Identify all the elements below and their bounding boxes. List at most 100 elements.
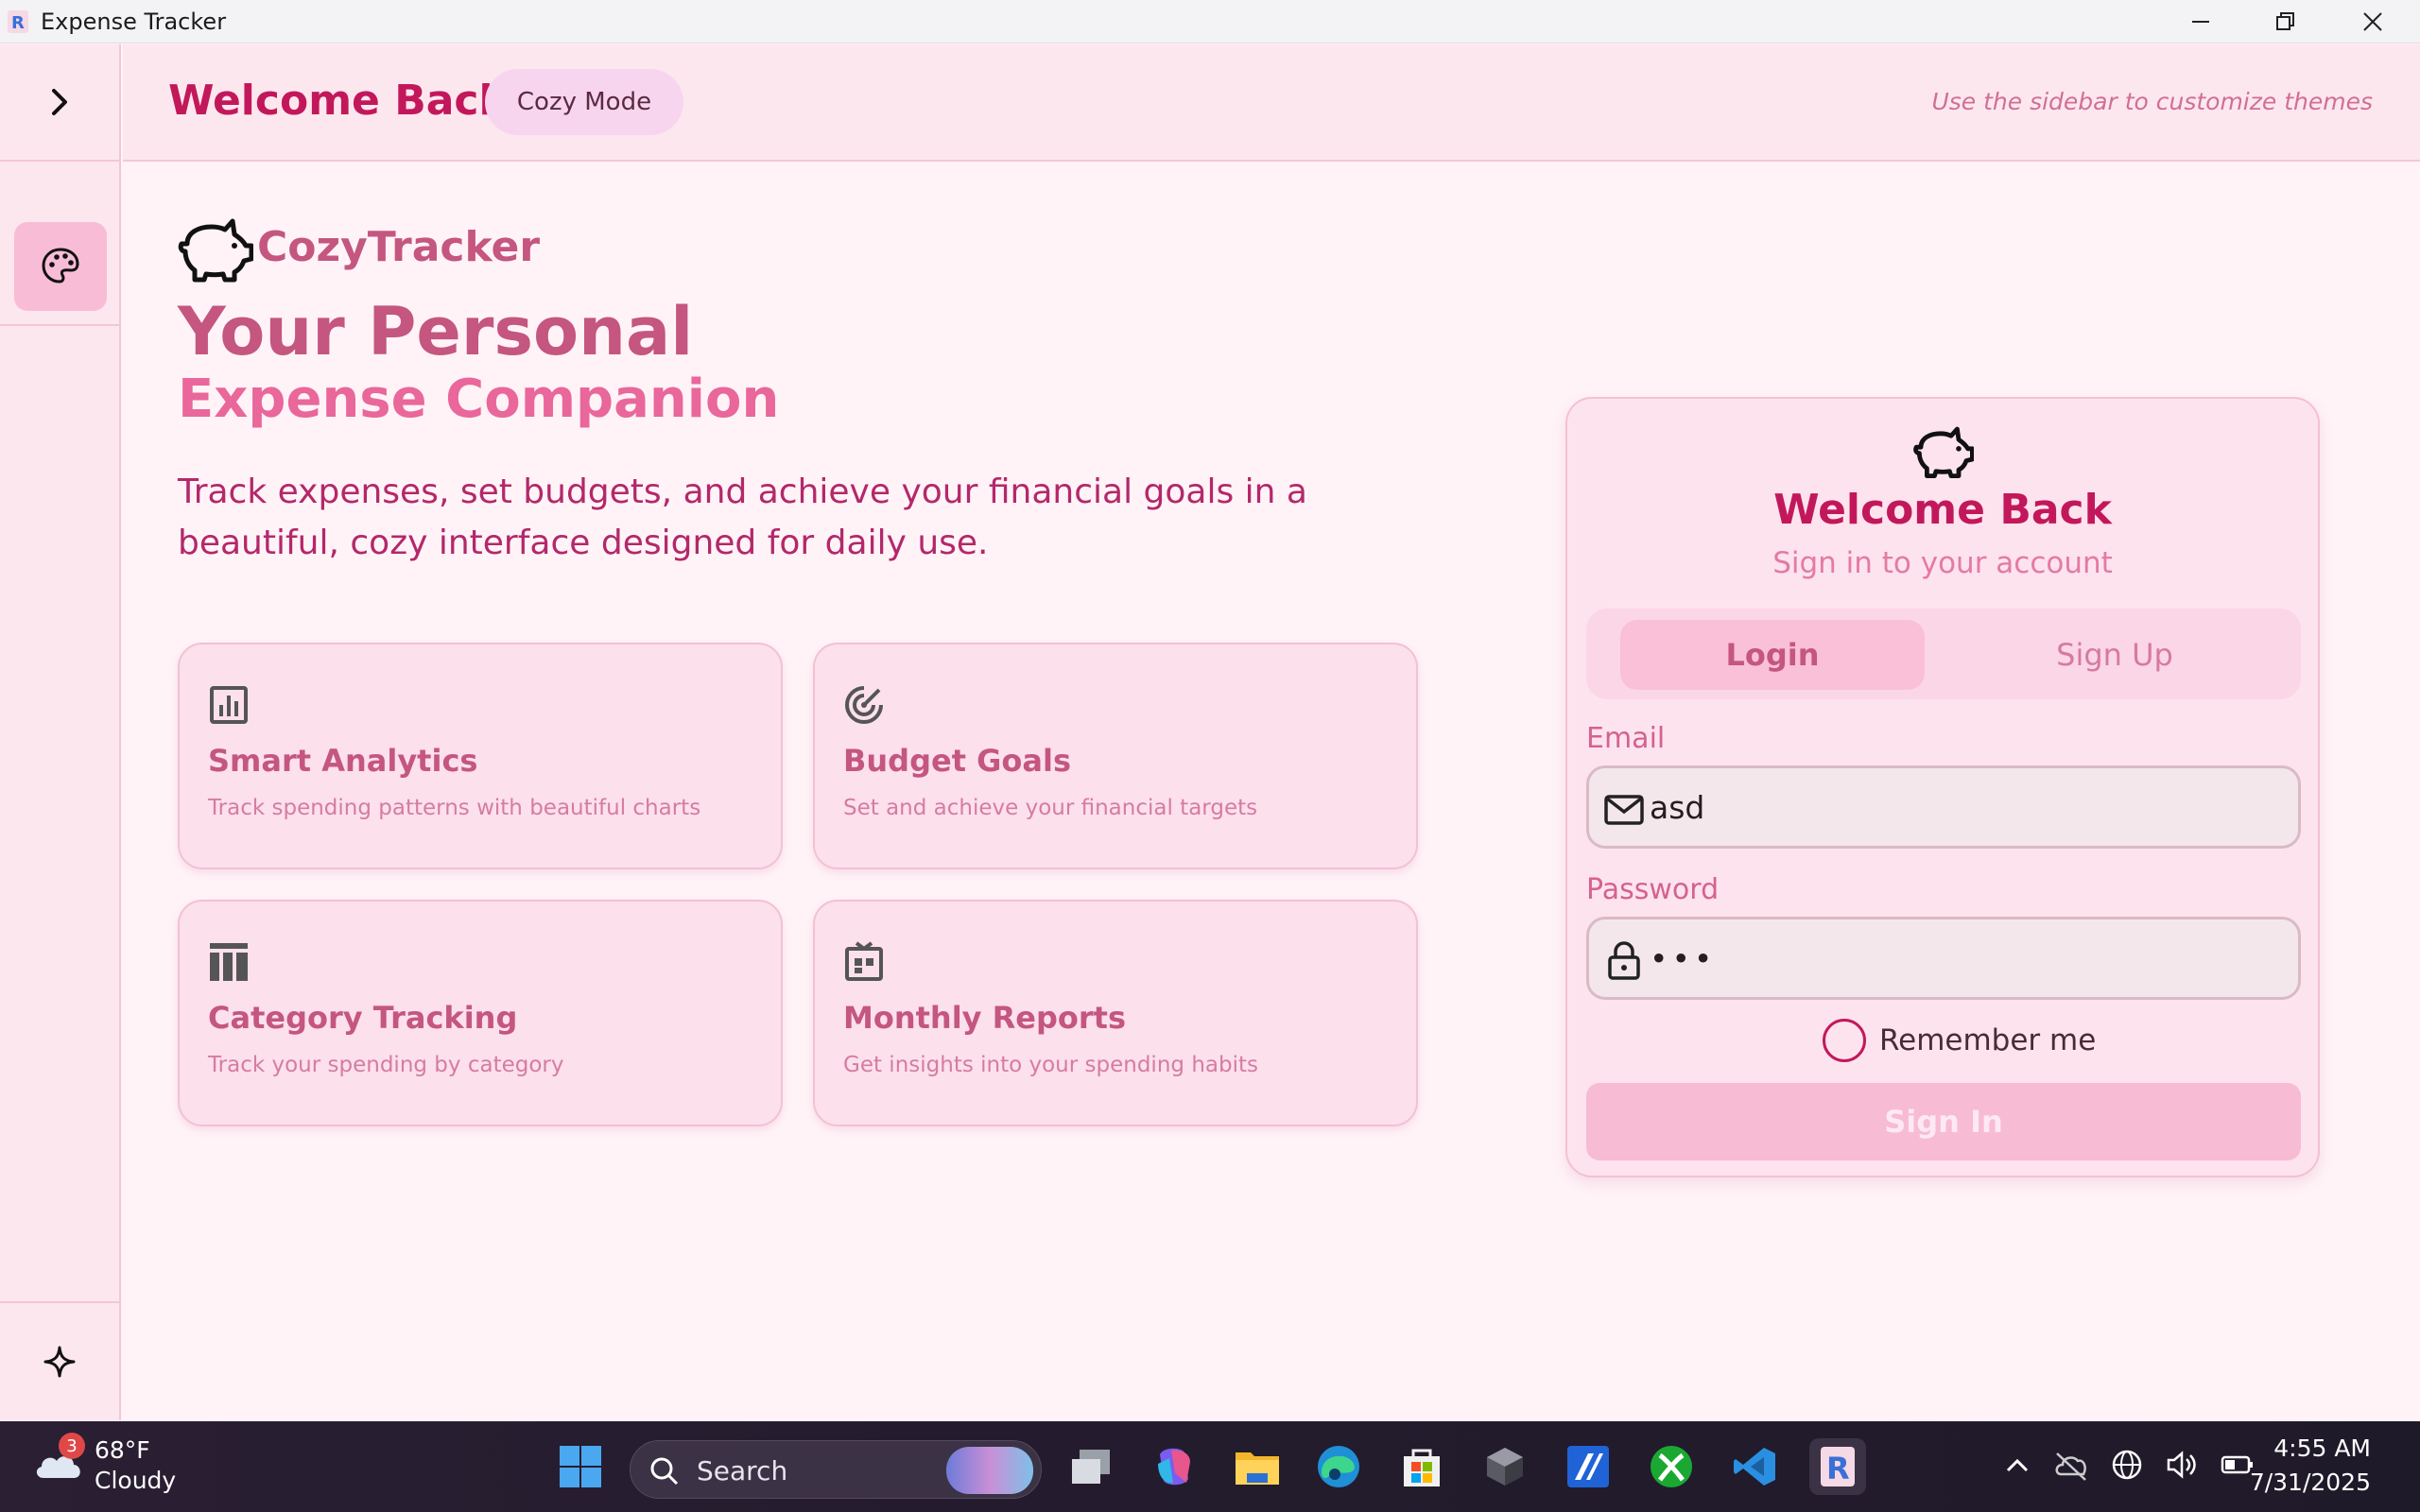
lock-icon: [1608, 941, 1640, 980]
report-icon: [845, 941, 883, 981]
login-subtitle: Sign in to your account: [1772, 546, 2113, 580]
feature-card-analytics: Smart Analytics Track spending patterns …: [178, 643, 783, 869]
sidebar: [0, 44, 121, 1420]
remember-me[interactable]: Remember me: [1823, 1019, 2096, 1062]
weather-temp: 68°F: [95, 1436, 150, 1464]
piggy-bank-icon: [178, 218, 253, 283]
xbox-icon: [1651, 1446, 1692, 1487]
category-icon: [210, 943, 248, 981]
sign-in-button[interactable]: Sign In: [1586, 1083, 2301, 1160]
restore-button[interactable]: [2242, 0, 2329, 43]
email-label: Email: [1586, 722, 1666, 755]
feature-title: Smart Analytics: [208, 743, 478, 779]
remember-label: Remember me: [1879, 1023, 2097, 1057]
sparkle-icon: [43, 1346, 76, 1378]
header: Welcome Back Cozy Mode Use the sidebar t…: [123, 44, 2420, 162]
minimize-button[interactable]: [2157, 0, 2244, 43]
chevron-right-icon: [52, 89, 67, 115]
globe-icon[interactable]: [2110, 1448, 2144, 1482]
login-card: Welcome Back Sign in to your account Log…: [1565, 397, 2320, 1177]
app-blue-button[interactable]: [1560, 1438, 1616, 1495]
palette-icon: [42, 248, 79, 284]
feature-title: Category Tracking: [208, 1000, 518, 1036]
sidebar-section: [0, 163, 119, 326]
feature-title: Monthly Reports: [843, 1000, 1127, 1036]
restore-icon: [2276, 12, 2294, 30]
task-view-button[interactable]: [1063, 1438, 1119, 1495]
close-button[interactable]: [2329, 0, 2416, 43]
theme-button[interactable]: [14, 222, 107, 311]
store-button[interactable]: [1393, 1438, 1450, 1495]
task-view-icon: [1072, 1450, 1110, 1484]
vscode-button[interactable]: [1726, 1438, 1783, 1495]
password-value: •••: [1650, 940, 1717, 977]
remember-checkbox[interactable]: [1823, 1019, 1866, 1062]
analytics-icon: [210, 686, 248, 724]
hero-description: Track expenses, set budgets, and achieve…: [178, 472, 1307, 562]
sparkle-button[interactable]: [0, 1301, 119, 1420]
weather-condition: Cloudy: [95, 1467, 177, 1494]
start-button[interactable]: [552, 1438, 609, 1495]
chevron-up-icon[interactable]: [2002, 1448, 2032, 1482]
clock-date[interactable]: 7/31/2025: [2250, 1469, 2371, 1496]
auth-tabs: Login Sign Up: [1586, 609, 2301, 699]
hero-subheadline: Expense Companion: [178, 369, 780, 430]
search-highlight-image: [946, 1447, 1033, 1494]
email-field[interactable]: asd: [1586, 765, 2301, 849]
hero-headline: Your Personal: [178, 293, 694, 370]
tool-icon: [1567, 1446, 1609, 1487]
xbox-button[interactable]: [1643, 1438, 1700, 1495]
minimize-icon: [2192, 21, 2209, 23]
cozy-mode-button[interactable]: Cozy Mode: [485, 69, 683, 135]
system-tray: [2002, 1448, 2256, 1482]
svg-text:R: R: [1826, 1451, 1850, 1486]
unity-button[interactable]: [1477, 1438, 1533, 1495]
search-placeholder: Search: [697, 1455, 788, 1486]
svg-text:R: R: [11, 13, 25, 33]
expense-tracker-taskbar-button[interactable]: R: [1809, 1438, 1866, 1495]
feature-description: Track spending patterns with beautiful c…: [208, 796, 701, 820]
window-title: Expense Tracker: [41, 9, 227, 35]
cloud-sync-icon[interactable]: [2053, 1448, 2089, 1482]
vscode-icon: [1734, 1448, 1775, 1486]
password-label: Password: [1586, 873, 1720, 906]
file-explorer-button[interactable]: [1229, 1438, 1286, 1495]
brand-name: CozyTracker: [257, 223, 541, 271]
store-icon: [1404, 1449, 1440, 1486]
feature-card-reports: Monthly Reports Get insights into your s…: [813, 900, 1418, 1126]
tab-signup[interactable]: Sign Up: [1962, 620, 2267, 690]
weather-badge: 3: [59, 1433, 85, 1459]
feature-title: Budget Goals: [843, 743, 1071, 779]
app-icon: R: [8, 10, 28, 33]
volume-icon[interactable]: [2165, 1448, 2199, 1482]
feature-description: Get insights into your spending habits: [843, 1053, 1258, 1077]
password-field[interactable]: •••: [1586, 917, 2301, 1000]
copilot-icon: [1158, 1448, 1190, 1486]
piggy-bank-icon: [1913, 426, 1974, 478]
windows-icon: [560, 1446, 601, 1487]
taskbar: 3 68°F Cloudy Search R 4:55 AM 7/31/2025: [0, 1421, 2420, 1512]
email-value: asd: [1650, 789, 1705, 826]
login-title: Welcome Back: [1773, 486, 2112, 534]
title-bar: R Expense Tracker: [0, 0, 2420, 43]
mail-icon: [1604, 795, 1644, 825]
page-title: Welcome Back: [168, 77, 507, 125]
edge-icon: [1318, 1446, 1359, 1487]
target-icon: [845, 686, 883, 724]
sidebar-toggle-button[interactable]: [0, 44, 119, 162]
feature-description: Track your spending by category: [208, 1053, 564, 1077]
feature-card-category: Category Tracking Track your spending by…: [178, 900, 783, 1126]
feature-description: Set and achieve your financial targets: [843, 796, 1258, 820]
folder-icon: [1236, 1452, 1279, 1485]
search-icon: [650, 1457, 679, 1486]
edge-button[interactable]: [1310, 1438, 1367, 1495]
close-icon: [2363, 12, 2382, 31]
copilot-button[interactable]: [1146, 1438, 1202, 1495]
tab-login[interactable]: Login: [1620, 620, 1925, 690]
header-hint: Use the sidebar to customize themes: [1931, 88, 2373, 115]
cube-icon: [1487, 1448, 1523, 1486]
feature-card-budget: Budget Goals Set and achieve your financ…: [813, 643, 1418, 869]
app-icon: R: [1821, 1447, 1855, 1486]
clock-time[interactable]: 4:55 AM: [2273, 1435, 2371, 1462]
taskbar-search[interactable]: Search: [630, 1440, 1042, 1499]
